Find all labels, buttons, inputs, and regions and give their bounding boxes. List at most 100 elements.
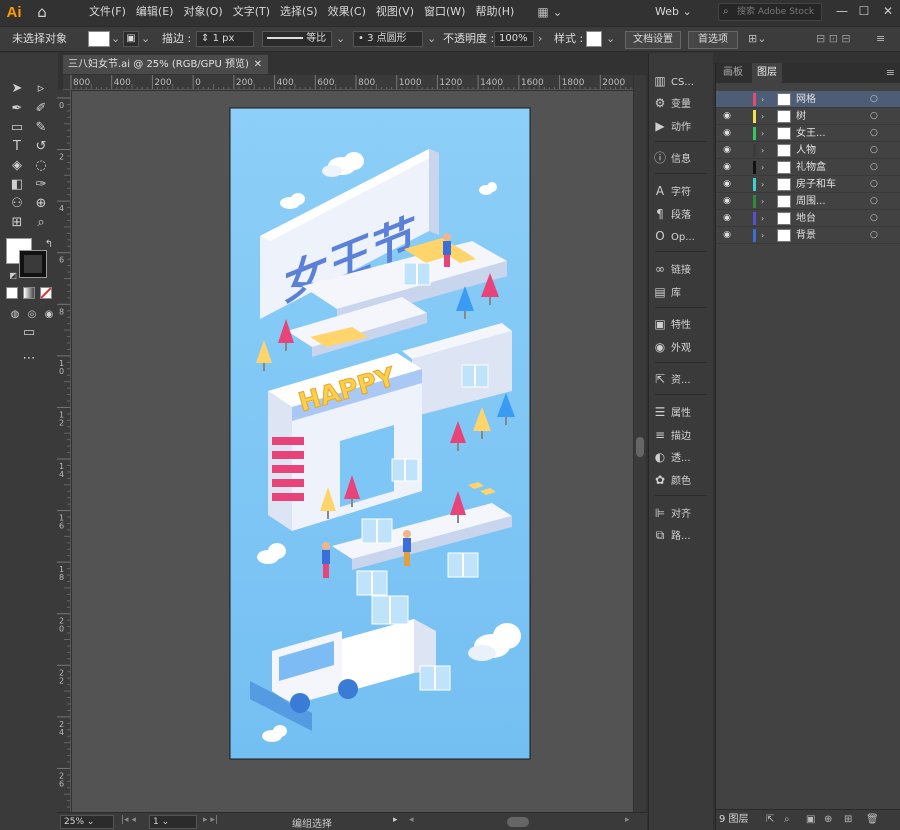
- tab-artboards[interactable]: 画板: [718, 63, 748, 83]
- visibility-eye-icon[interactable]: ◉: [721, 142, 733, 159]
- target-circle-icon[interactable]: ○: [870, 176, 878, 193]
- menu-type[interactable]: 文字(T): [228, 0, 275, 24]
- horizontal-scrollbar-thumb[interactable]: [507, 817, 529, 827]
- visibility-eye-icon[interactable]: ◉: [721, 176, 733, 193]
- rectangle-tool-icon[interactable]: ▭: [6, 118, 28, 137]
- selection-tool-icon[interactable]: ➤: [6, 79, 28, 98]
- layer-name[interactable]: 人物: [796, 142, 816, 159]
- menu-file[interactable]: 文件(F): [84, 0, 131, 24]
- panel-info[interactable]: ⓘ 信息: [649, 148, 714, 168]
- panel-paragraph[interactable]: ¶ 段落: [649, 204, 714, 224]
- canvas[interactable]: 女王节 HAPPY: [72, 91, 633, 812]
- layer-row[interactable]: › 网格 ○: [716, 91, 900, 108]
- artboard-number-select[interactable]: 1 ⌄: [149, 815, 197, 829]
- type-tool-icon[interactable]: T: [6, 137, 28, 156]
- direct-selection-tool-icon[interactable]: ▹: [30, 79, 52, 98]
- opacity-input[interactable]: 100%: [494, 31, 534, 47]
- panel-opentype[interactable]: O Op...: [649, 226, 714, 246]
- layer-name[interactable]: 网格: [796, 91, 816, 108]
- locate-object-icon[interactable]: ⌕: [784, 810, 790, 830]
- align-icons[interactable]: ⊟ ⊡ ⊟: [816, 27, 851, 51]
- panel-menu-icon[interactable]: ≡: [876, 27, 885, 51]
- stock-search-input[interactable]: ⌕ 搜索 Adobe Stock: [718, 3, 822, 21]
- target-circle-icon[interactable]: ○: [870, 210, 878, 227]
- home-icon[interactable]: ⌂: [28, 0, 56, 24]
- menu-help[interactable]: 帮助(H): [470, 0, 519, 24]
- eraser-tool-icon[interactable]: ◈: [6, 156, 28, 175]
- layer-name[interactable]: 背景: [796, 227, 816, 244]
- tab-layers[interactable]: 图层: [752, 63, 782, 83]
- color-mode-icon[interactable]: [6, 287, 18, 299]
- minimize-icon[interactable]: —: [830, 0, 854, 24]
- layer-row[interactable]: ◉ › 房子和车 ○: [716, 176, 900, 193]
- panel-properties[interactable]: ☰ 属性: [649, 402, 714, 422]
- visibility-eye-icon[interactable]: ◉: [721, 193, 733, 210]
- document-tab[interactable]: 三八妇女节.ai @ 25% (RGB/GPU 预览) ✕: [63, 55, 268, 74]
- target-circle-icon[interactable]: ○: [870, 193, 878, 210]
- select-similar-icon[interactable]: ⊞⌄: [748, 27, 766, 51]
- expand-arrow-icon[interactable]: ›: [761, 176, 764, 193]
- expand-arrow-icon[interactable]: ›: [761, 142, 764, 159]
- panel-asset-export[interactable]: ⇱ 资...: [649, 369, 714, 389]
- menu-edit[interactable]: 编辑(E): [131, 0, 179, 24]
- visibility-eye-icon[interactable]: ◉: [721, 227, 733, 244]
- panel-character[interactable]: A 字符: [649, 181, 714, 201]
- layer-row[interactable]: ◉ › 人物 ○: [716, 142, 900, 159]
- layer-name[interactable]: 房子和车: [796, 176, 836, 193]
- artboard-nav-next-icon[interactable]: ▸ ▸|: [203, 815, 218, 825]
- paintbrush-tool-icon[interactable]: ✎: [30, 118, 52, 137]
- rotate-tool-icon[interactable]: ↺: [30, 137, 52, 156]
- visibility-eye-icon[interactable]: ◉: [721, 159, 733, 176]
- screen-mode-icon[interactable]: ▭: [18, 323, 40, 342]
- artboard-svg[interactable]: 女王节 HAPPY: [72, 91, 633, 812]
- expand-arrow-icon[interactable]: ›: [761, 193, 764, 210]
- document-setup-button[interactable]: 文档设置: [625, 31, 681, 49]
- chevron-down-icon[interactable]: ⌄: [111, 27, 120, 51]
- expand-arrow-icon[interactable]: ›: [761, 210, 764, 227]
- scroll-left-icon[interactable]: ◂: [409, 815, 414, 825]
- target-circle-icon[interactable]: ○: [870, 227, 878, 244]
- default-colors-icon[interactable]: ◩: [2, 266, 24, 285]
- layer-row[interactable]: ◉ › 地台 ○: [716, 210, 900, 227]
- lasso-tool-icon[interactable]: ◌: [30, 156, 52, 175]
- blend-tool-icon[interactable]: ⊕: [30, 194, 52, 213]
- layer-name[interactable]: 树: [796, 108, 806, 125]
- expand-arrow-icon[interactable]: ›: [761, 108, 764, 125]
- panel-menu-icon[interactable]: ≡: [886, 66, 895, 79]
- menu-object[interactable]: 对象(O): [178, 0, 227, 24]
- close-tab-icon[interactable]: ✕: [254, 55, 262, 74]
- chevron-down-icon[interactable]: ⌄: [336, 27, 345, 51]
- shape-builder-tool-icon[interactable]: ⚇: [6, 194, 28, 213]
- panel-stroke[interactable]: ≡ 描边: [649, 425, 714, 445]
- chevron-down-icon[interactable]: ⌄: [427, 27, 436, 51]
- menu-select[interactable]: 选择(S): [275, 0, 323, 24]
- layer-row[interactable]: ◉ › 树 ○: [716, 108, 900, 125]
- new-sublayer-icon[interactable]: ⊕: [824, 810, 832, 830]
- menu-view[interactable]: 视图(V): [371, 0, 419, 24]
- layer-row[interactable]: ◉ › 周围... ○: [716, 193, 900, 210]
- layer-name[interactable]: 周围...: [796, 193, 826, 210]
- expand-arrow-icon[interactable]: ›: [761, 125, 764, 142]
- delete-layer-icon[interactable]: 🗑: [866, 810, 879, 830]
- stroke-weight-input[interactable]: ⇕ 1 px: [196, 31, 254, 47]
- visibility-eye-icon[interactable]: ◉: [721, 210, 733, 227]
- preferences-button[interactable]: 首选项: [688, 31, 738, 49]
- panel-libraries[interactable]: ▤ 库: [649, 282, 714, 302]
- panel-links[interactable]: ∞ 链接: [649, 259, 714, 279]
- layer-row[interactable]: ◉ › 礼物盒 ○: [716, 159, 900, 176]
- maximize-icon[interactable]: ☐: [852, 0, 876, 24]
- panel-appearance[interactable]: ◉ 外观: [649, 337, 714, 357]
- zoom-tool-icon[interactable]: ⌕: [30, 213, 52, 232]
- expand-arrow-icon[interactable]: ›: [761, 227, 764, 244]
- panel-color[interactable]: ✿ 颜色: [649, 470, 714, 490]
- none-mode-icon[interactable]: [40, 287, 52, 299]
- menu-effect[interactable]: 效果(C): [323, 0, 371, 24]
- expand-arrow-icon[interactable]: ›: [761, 159, 764, 176]
- variable-width-profile[interactable]: 等比: [262, 31, 332, 47]
- target-circle-icon[interactable]: ○: [870, 108, 878, 125]
- graphic-style-swatch[interactable]: [586, 31, 602, 47]
- workspace-switcher[interactable]: Web ⌄: [655, 0, 692, 24]
- chevron-right-icon[interactable]: ›: [538, 27, 542, 51]
- layer-row[interactable]: ◉ › 女王... ○: [716, 125, 900, 142]
- gradient-tool-icon[interactable]: ◧: [6, 175, 28, 194]
